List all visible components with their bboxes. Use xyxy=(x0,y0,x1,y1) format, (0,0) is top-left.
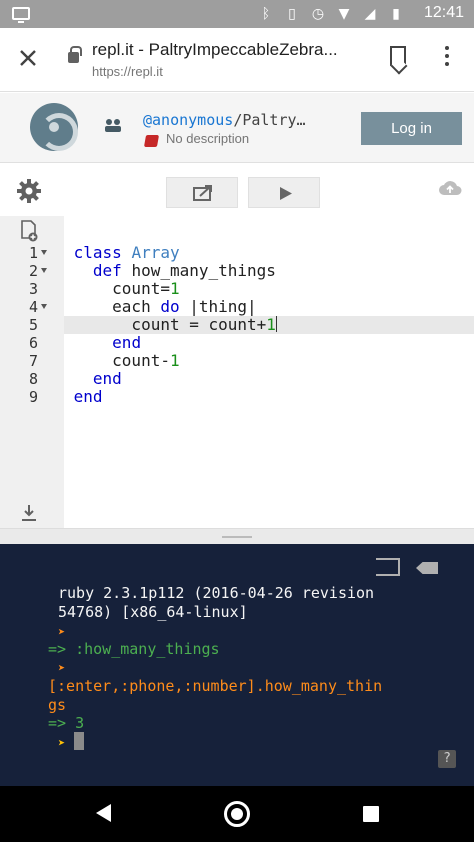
code-line[interactable]: class Array xyxy=(64,244,474,262)
fold-arrow-icon[interactable] xyxy=(41,304,47,309)
screen-cast-icon xyxy=(12,7,30,23)
text-cursor xyxy=(275,316,277,332)
play-icon xyxy=(280,187,292,200)
login-button[interactable]: Log in xyxy=(361,112,462,145)
browser-toolbar: repl.it - PaltryImpeccableZebra... https… xyxy=(0,28,474,92)
home-icon[interactable] xyxy=(224,801,250,827)
console-input: [:enter,:phone,:number].how_many_thin xyxy=(48,677,383,695)
battery-icon: ▮ xyxy=(392,6,400,22)
wifi-icon: ▼ xyxy=(338,6,350,22)
lock-icon xyxy=(68,46,82,63)
bluetooth-icon: ᛒ xyxy=(261,6,271,22)
code-editor[interactable]: 1 2 3 4 5 6 7 8 9 class Array def how_ma… xyxy=(0,216,474,528)
page-title[interactable]: repl.it - PaltryImpeccableZebra... xyxy=(92,40,362,60)
prompt-icon: ➤ xyxy=(58,661,66,675)
bookmark-icon[interactable] xyxy=(390,46,406,66)
recents-icon[interactable] xyxy=(363,806,379,822)
console[interactable]: ruby 2.3.1p112 (2016-04-26 revision 5476… xyxy=(0,544,474,786)
console-result: => :how_many_things xyxy=(48,640,220,658)
download-icon[interactable] xyxy=(20,504,38,522)
console-prompt[interactable]: ➤ xyxy=(58,732,85,753)
repl-owner-and-name[interactable]: @anonymous/Paltry… xyxy=(143,111,306,129)
cloud-upload-icon[interactable] xyxy=(438,180,462,196)
code-line[interactable]: count-1 xyxy=(64,352,474,370)
editor-gutter: 1 2 3 4 5 6 7 8 9 xyxy=(0,216,64,528)
overflow-menu-icon[interactable] xyxy=(444,46,450,68)
repl-owner[interactable]: @anonymous xyxy=(143,111,233,129)
code-line[interactable]: each do |thing| xyxy=(64,298,474,316)
help-icon[interactable]: ? xyxy=(438,750,456,768)
drag-grip[interactable] xyxy=(222,536,252,538)
console-banner-line: ruby 2.3.1p112 (2016-04-26 revision xyxy=(58,584,375,602)
fold-arrow-icon[interactable] xyxy=(41,250,47,255)
enter-icon[interactable] xyxy=(376,558,400,576)
vibrate-icon: ▯ xyxy=(288,6,296,22)
alarm-icon: ◷ xyxy=(311,6,325,22)
console-result: => 3 xyxy=(48,714,85,732)
system-nav-bar xyxy=(0,786,474,842)
new-file-icon[interactable] xyxy=(20,220,38,242)
ruby-icon xyxy=(143,135,160,147)
status-bar: ᛒ ▯ ◷ ▼ ◢ ▮ 12:41 xyxy=(0,0,474,28)
repl-description: No description xyxy=(166,131,250,146)
code-line[interactable]: end xyxy=(64,334,474,352)
code-line[interactable]: end xyxy=(64,370,474,388)
fold-arrow-icon[interactable] xyxy=(41,268,47,273)
clock: 12:41 xyxy=(423,4,464,21)
page-url[interactable]: https://repl.it xyxy=(92,64,163,79)
anonymous-user-icon xyxy=(105,119,121,132)
terminal-cursor xyxy=(74,732,85,750)
editor-toolbar xyxy=(0,164,474,216)
signal-icon: ◢ xyxy=(364,6,376,22)
back-icon[interactable] xyxy=(96,804,111,822)
replit-logo-icon[interactable] xyxy=(30,103,78,151)
clear-console-icon[interactable] xyxy=(416,562,438,574)
code-line[interactable]: end xyxy=(64,388,474,406)
code-line-active[interactable]: count = count+1 xyxy=(64,316,474,334)
share-button[interactable] xyxy=(166,177,238,208)
code-line[interactable]: count=1 xyxy=(64,280,474,298)
repl-header: @anonymous/Paltry… No description Log in xyxy=(0,93,474,163)
close-icon[interactable] xyxy=(16,46,40,70)
run-button[interactable] xyxy=(248,177,320,208)
share-icon xyxy=(193,185,212,201)
console-input: gs xyxy=(48,696,67,714)
console-banner-line: 54768) [x86_64-linux] xyxy=(58,603,248,621)
gear-icon[interactable] xyxy=(16,178,42,204)
pane-resize-handle[interactable] xyxy=(0,528,474,544)
code-line[interactable]: def how_many_things xyxy=(64,262,474,280)
repl-name[interactable]: /Paltry… xyxy=(233,111,305,129)
